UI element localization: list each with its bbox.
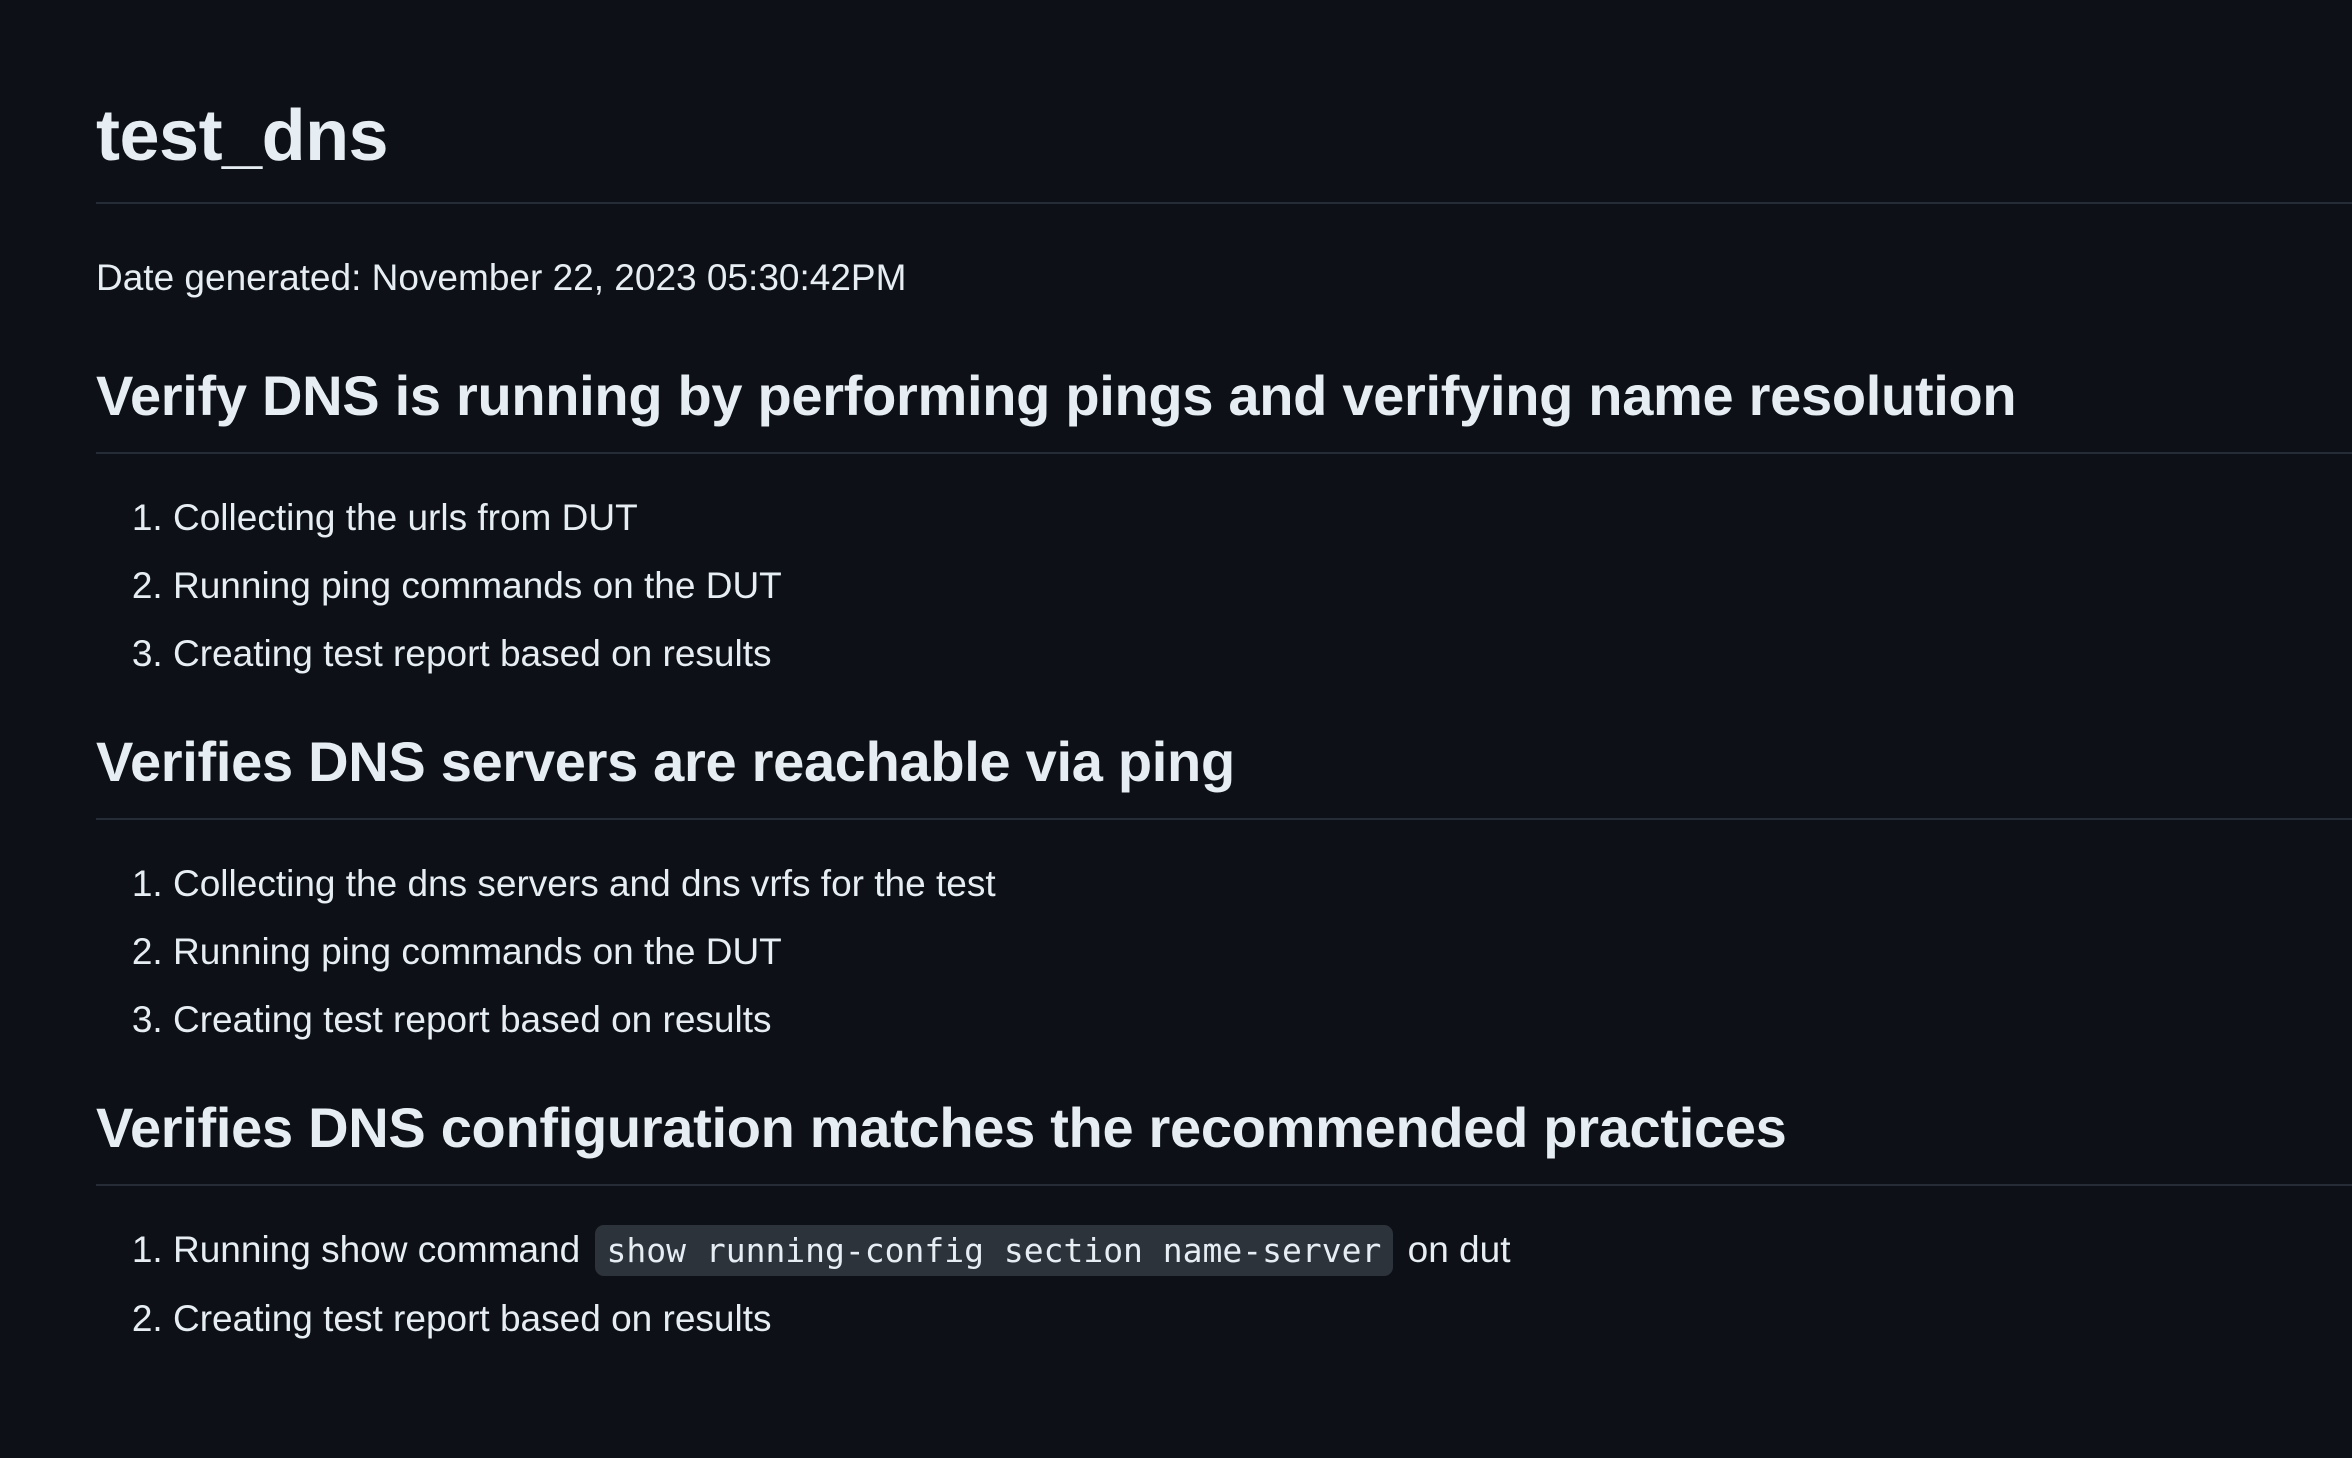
date-generated: Date generated: November 22, 2023 05:30:… — [96, 257, 907, 298]
list-item: Running ping commands on the DUT — [173, 558, 2352, 614]
list-item: Creating test report based on results — [173, 626, 2352, 682]
steps-list: Collecting the urls from DUT Running pin… — [96, 490, 2352, 682]
page: test_dns Date generated: November 22, 20… — [0, 0, 2352, 1458]
section-dns-configuration: Verifies DNS configuration matches the r… — [96, 1086, 2352, 1347]
steps-list: Collecting the dns servers and dns vrfs … — [96, 856, 2352, 1048]
inline-code: show running-config section name-server — [594, 1225, 1394, 1276]
steps-list: Running show command show running-config… — [96, 1222, 2352, 1347]
list-item: Creating test report based on results — [173, 1291, 2352, 1347]
step-suffix: on dut — [1407, 1229, 1511, 1270]
section-dns-servers-reachable: Verifies DNS servers are reachable via p… — [96, 720, 2352, 1048]
list-item: Creating test report based on results — [173, 992, 2352, 1048]
list-item: Collecting the dns servers and dns vrfs … — [173, 856, 2352, 912]
section-heading: Verify DNS is running by performing ping… — [96, 354, 2352, 454]
step-prefix: Running show command — [173, 1229, 581, 1270]
page-title: test_dns — [96, 0, 2352, 204]
list-item: Running ping commands on the DUT — [173, 924, 2352, 980]
section-dns-running: Verify DNS is running by performing ping… — [96, 354, 2352, 682]
section-heading: Verifies DNS configuration matches the r… — [96, 1086, 2352, 1186]
list-item: Collecting the urls from DUT — [173, 490, 2352, 546]
list-item: Running show command show running-config… — [173, 1222, 2352, 1279]
section-heading: Verifies DNS servers are reachable via p… — [96, 720, 2352, 820]
